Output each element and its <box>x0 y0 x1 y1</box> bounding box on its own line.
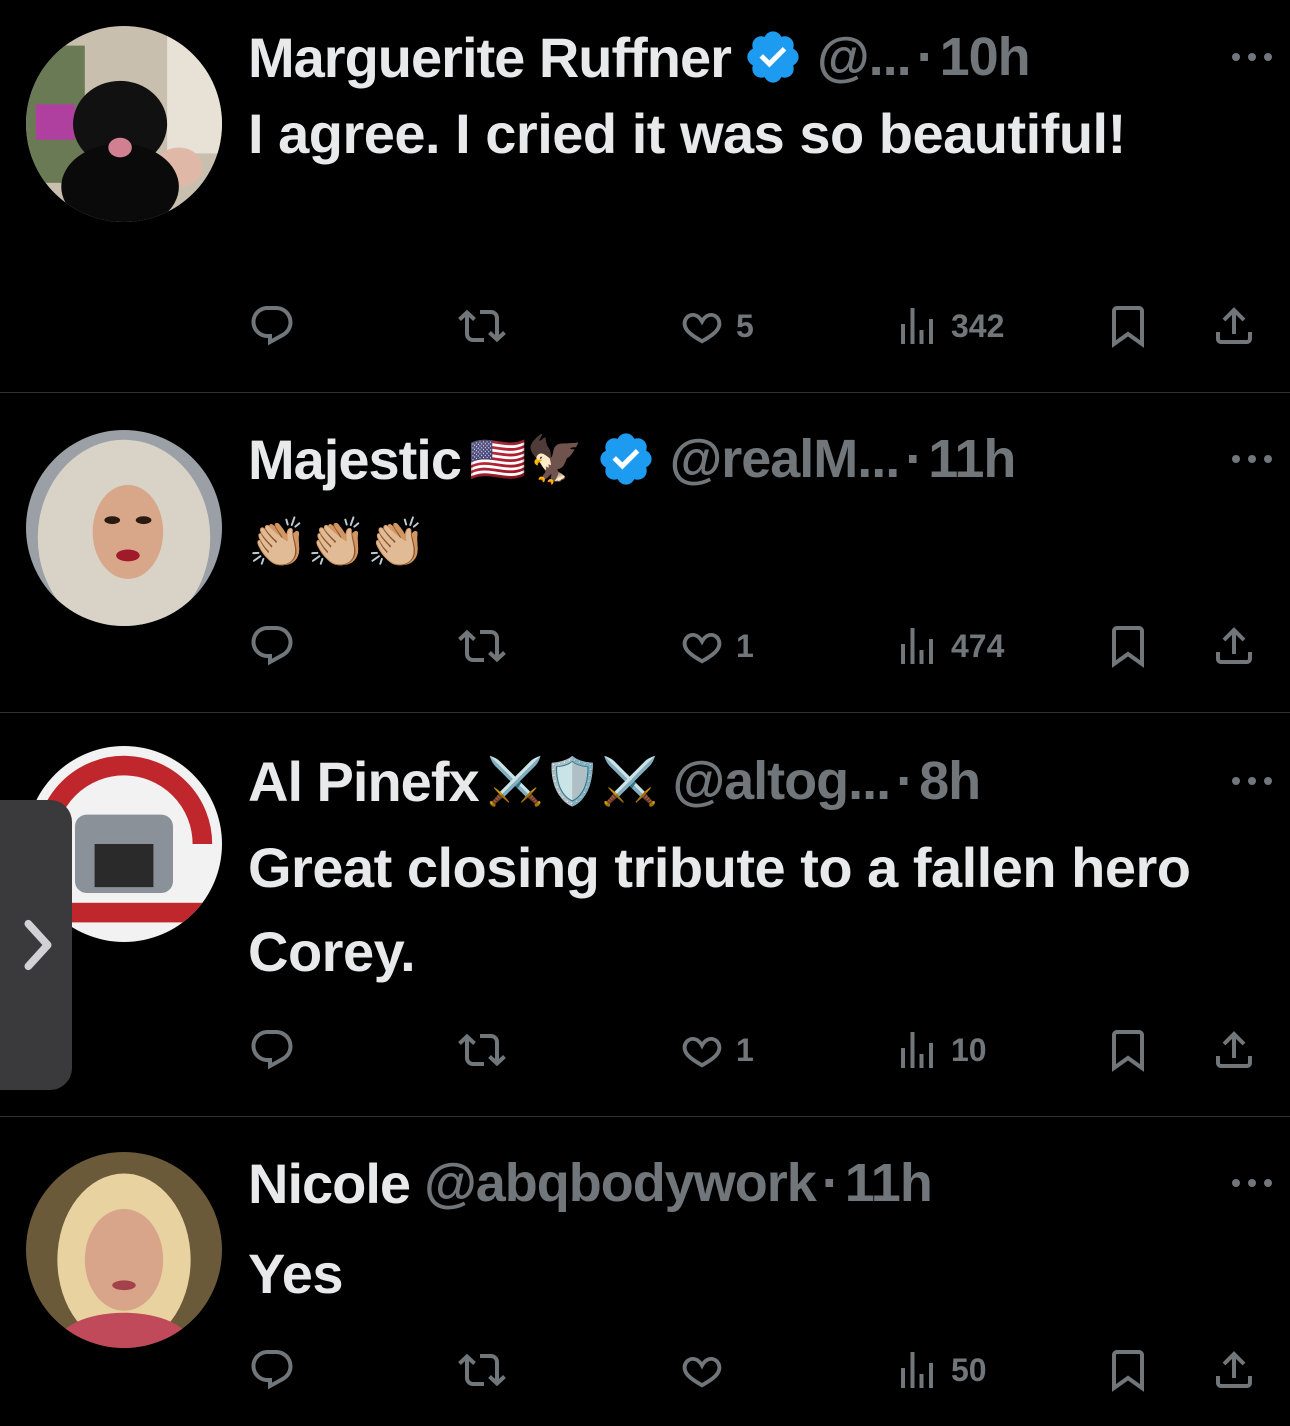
tweet-text: 👏🏼👏🏼👏🏼 <box>248 517 426 570</box>
more-options-icon[interactable] <box>1232 444 1272 474</box>
user-handle[interactable]: @... <box>817 26 912 88</box>
action-bar: 50 <box>248 1340 1268 1400</box>
analytics-icon <box>901 1352 933 1388</box>
tweet-text: Great closing tribute to a fallen hero C… <box>248 836 1191 983</box>
name-emoji: ⚔️🛡️⚔️ <box>486 754 659 807</box>
reply-icon <box>251 626 293 666</box>
share-icon <box>1216 1351 1252 1388</box>
name-emoji: 🇺🇸🦅 <box>469 432 584 485</box>
view-count: 474 <box>951 627 1005 664</box>
repost-icon <box>458 1353 506 1387</box>
bookmark-icon <box>1112 1350 1144 1392</box>
heart-icon <box>682 312 722 344</box>
like-count: 1 <box>736 1031 754 1068</box>
view-count: 10 <box>951 1031 987 1068</box>
avatar[interactable] <box>26 1152 222 1348</box>
views-button[interactable]: 10 <box>893 1020 987 1080</box>
share-button[interactable] <box>1210 296 1258 356</box>
tweet-text: Yes <box>248 1242 344 1305</box>
repost-icon <box>458 629 506 663</box>
action-bar: 1 10 <box>248 1020 1268 1080</box>
repost-button[interactable] <box>458 1020 506 1080</box>
view-count: 342 <box>951 307 1005 344</box>
reply-button[interactable] <box>248 1020 296 1080</box>
timestamp[interactable]: 11h <box>845 1152 933 1214</box>
tweet-text: I agree. I cried it was so beautiful! <box>248 102 1126 165</box>
share-icon <box>1216 307 1252 344</box>
more-options-icon[interactable] <box>1232 766 1272 796</box>
share-button[interactable] <box>1210 616 1258 676</box>
view-count: 50 <box>951 1351 987 1388</box>
share-button[interactable] <box>1210 1340 1258 1400</box>
avatar[interactable] <box>26 430 222 626</box>
user-handle[interactable]: @altog... <box>672 750 891 812</box>
repost-icon <box>458 1033 506 1067</box>
reply-button[interactable] <box>248 1340 296 1400</box>
analytics-icon <box>901 308 933 344</box>
separator-dot: · <box>905 429 923 489</box>
repost-icon <box>458 309 506 343</box>
like-button[interactable]: 5 <box>678 296 754 356</box>
reply-button[interactable] <box>248 616 296 676</box>
like-button[interactable]: 1 <box>678 1020 754 1080</box>
display-name[interactable]: Marguerite Ruffner <box>248 25 732 90</box>
heart-icon <box>682 1036 722 1068</box>
chevron-right-icon <box>24 919 52 971</box>
user-handle[interactable]: @abqbodywork <box>424 1152 817 1214</box>
like-count: 5 <box>736 307 754 344</box>
bookmark-button[interactable] <box>1104 616 1152 676</box>
action-bar: 1 474 <box>248 616 1268 676</box>
like-button[interactable]: 1 <box>678 616 754 676</box>
repost-button[interactable] <box>458 1340 506 1400</box>
separator-dot: · <box>896 751 914 811</box>
user-handle[interactable]: @realM... <box>670 428 901 490</box>
share-icon <box>1216 1031 1252 1068</box>
divider <box>0 1116 1290 1117</box>
analytics-icon <box>901 628 933 664</box>
bookmark-button[interactable] <box>1104 296 1152 356</box>
separator-dot: · <box>916 27 935 87</box>
divider <box>0 712 1290 713</box>
repost-button[interactable] <box>458 616 506 676</box>
reply-icon <box>251 306 293 346</box>
bookmark-icon <box>1112 1030 1144 1072</box>
reply-button[interactable] <box>248 296 296 356</box>
reply-icon <box>251 1350 293 1390</box>
heart-icon <box>682 632 722 664</box>
more-options-icon[interactable] <box>1232 1168 1272 1198</box>
share-icon <box>1216 627 1252 664</box>
timestamp[interactable]: 8h <box>919 750 981 812</box>
share-button[interactable] <box>1210 1020 1258 1080</box>
bookmark-icon <box>1112 626 1144 668</box>
views-button[interactable]: 474 <box>893 616 1004 676</box>
timestamp[interactable]: 11h <box>928 428 1016 490</box>
bookmark-button[interactable] <box>1104 1340 1152 1400</box>
display-name[interactable]: Majestic <box>248 427 462 492</box>
side-pull-tab[interactable] <box>0 800 72 1090</box>
action-bar: 5 342 <box>248 296 1268 356</box>
divider <box>0 392 1290 393</box>
like-button[interactable] <box>678 1340 736 1400</box>
reply-icon <box>251 1030 293 1070</box>
views-button[interactable]: 50 <box>893 1340 987 1400</box>
display-name[interactable]: Nicole <box>248 1151 411 1216</box>
more-options-icon[interactable] <box>1232 42 1272 72</box>
avatar[interactable] <box>26 26 222 222</box>
like-count: 1 <box>736 627 754 664</box>
verified-badge-icon <box>599 433 652 485</box>
bookmark-button[interactable] <box>1104 1020 1152 1080</box>
timestamp[interactable]: 10h <box>940 26 1031 88</box>
verified-badge-icon <box>747 31 799 83</box>
display-name[interactable]: Al Pinefx <box>248 749 480 814</box>
separator-dot: · <box>821 1153 840 1213</box>
views-button[interactable]: 342 <box>893 296 1004 356</box>
heart-icon <box>682 1356 722 1388</box>
analytics-icon <box>901 1032 933 1068</box>
repost-button[interactable] <box>458 296 506 356</box>
bookmark-icon <box>1112 306 1144 348</box>
